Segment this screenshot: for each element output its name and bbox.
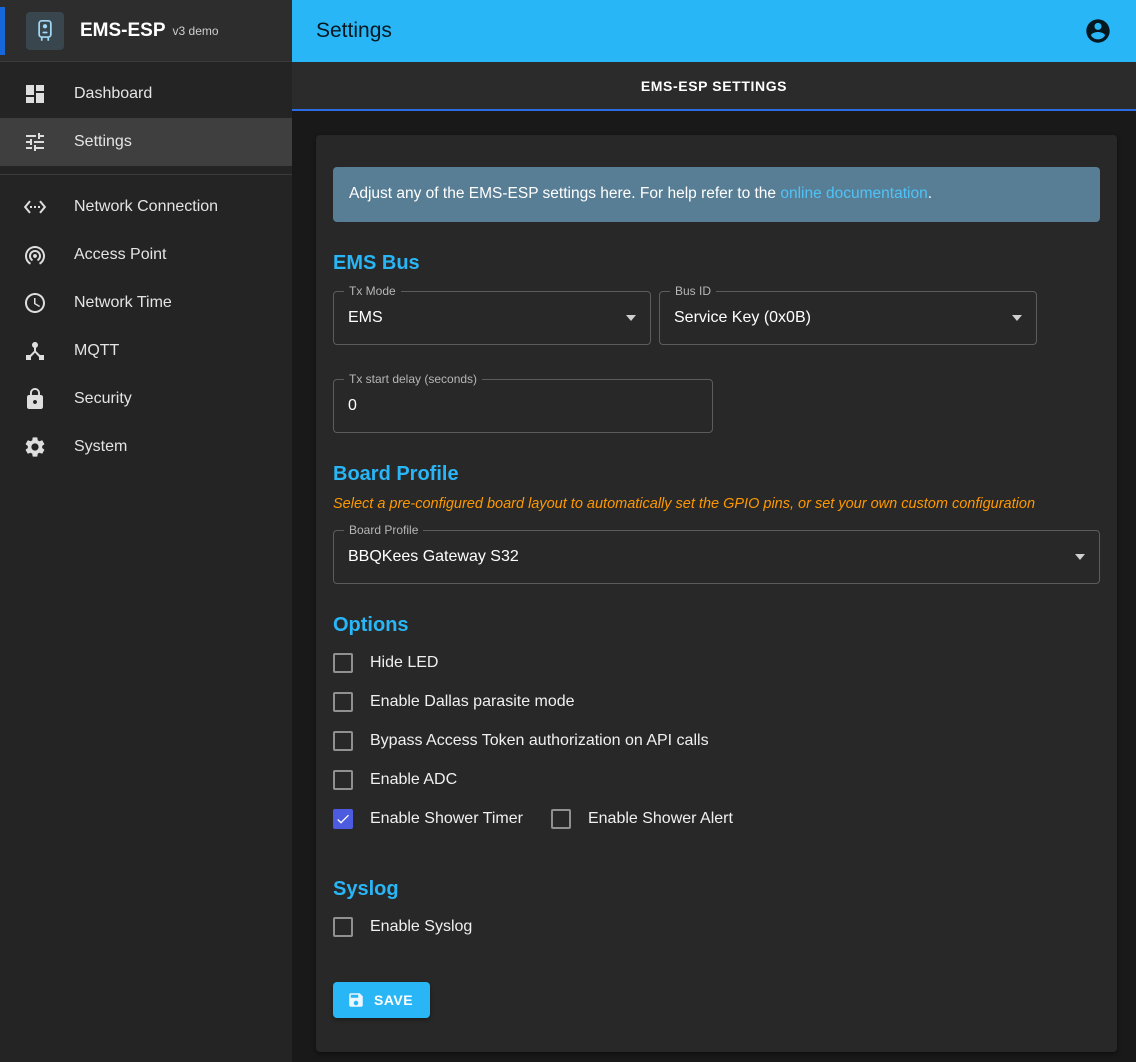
tx-mode-value: EMS (348, 309, 383, 327)
app-root: EMS-ESP v3 demo Dashboard Settings (0, 0, 1136, 1062)
sidebar-item-mqtt[interactable]: MQTT (0, 327, 292, 375)
save-button-label: SAVE (374, 992, 413, 1008)
sidebar-nav: Dashboard Settings Network Connection (0, 62, 292, 471)
section-heading-ems-bus: EMS Bus (333, 252, 1100, 275)
sidebar: EMS-ESP v3 demo Dashboard Settings (0, 0, 292, 1062)
tx-mode-select[interactable]: Tx Mode EMS (333, 291, 651, 345)
gear-icon (23, 435, 47, 459)
checkbox-shower-timer[interactable]: Enable Shower Timer (333, 809, 523, 829)
save-button[interactable]: SAVE (333, 982, 430, 1018)
checkbox-enable-adc[interactable]: Enable ADC (333, 770, 457, 790)
info-alert: Adjust any of the EMS-ESP settings here.… (333, 167, 1100, 222)
content-area: Adjust any of the EMS-ESP settings here.… (292, 111, 1136, 1062)
section-heading-syslog: Syslog (333, 878, 1100, 901)
checkbox-bypass-token[interactable]: Bypass Access Token authorization on API… (333, 731, 709, 751)
app-title: EMS-ESP (80, 20, 166, 42)
tx-mode-label: Tx Mode (344, 284, 401, 298)
clock-icon (23, 291, 47, 315)
board-profile-value: BBQKees Gateway S32 (348, 548, 519, 566)
section-heading-options: Options (333, 614, 1100, 637)
chevron-down-icon (1075, 554, 1085, 560)
sidebar-item-label: Security (74, 390, 132, 408)
tx-start-delay-label: Tx start delay (seconds) (344, 372, 482, 386)
dashboard-icon (23, 82, 47, 106)
tab-bar: EMS-ESP SETTINGS (292, 62, 1136, 111)
sidebar-item-access-point[interactable]: Access Point (0, 231, 292, 279)
settings-card: Adjust any of the EMS-ESP settings here.… (316, 135, 1117, 1052)
sidebar-divider (0, 174, 292, 175)
checkbox-box[interactable] (333, 731, 353, 751)
sidebar-item-label: Network Time (74, 294, 172, 312)
checkbox-enable-syslog[interactable]: Enable Syslog (333, 917, 472, 937)
sidebar-item-network-connection[interactable]: Network Connection (0, 183, 292, 231)
checkbox-box[interactable] (333, 653, 353, 673)
shower-options-row: Enable Shower Timer Enable Shower Alert (333, 809, 1100, 848)
wifi-tethering-icon (23, 243, 47, 267)
sidebar-item-system[interactable]: System (0, 423, 292, 471)
page-title: Settings (316, 19, 392, 43)
board-profile-select[interactable]: Board Profile BBQKees Gateway S32 (333, 530, 1100, 584)
lock-icon (23, 387, 47, 411)
bus-id-value: Service Key (0x0B) (674, 309, 811, 327)
device-hub-icon (23, 339, 47, 363)
sidebar-item-settings[interactable]: Settings (0, 118, 292, 166)
checkbox-box[interactable] (333, 692, 353, 712)
board-profile-label: Board Profile (344, 523, 423, 537)
checkbox-label: Enable Shower Timer (370, 810, 523, 828)
bus-id-label: Bus ID (670, 284, 716, 298)
checkbox-box[interactable] (551, 809, 571, 829)
checkbox-label: Hide LED (370, 654, 438, 672)
checkbox-label: Enable Syslog (370, 918, 472, 936)
bus-id-select[interactable]: Bus ID Service Key (0x0B) (659, 291, 1037, 345)
chevron-down-icon (626, 315, 636, 321)
app-version: v3 demo (173, 24, 219, 38)
chevron-down-icon (1012, 315, 1022, 321)
alert-text-end: . (928, 185, 932, 202)
checkbox-label: Bypass Access Token authorization on API… (370, 732, 709, 750)
sidebar-accent-bar (0, 7, 5, 55)
sidebar-item-security[interactable]: Security (0, 375, 292, 423)
board-profile-hint: Select a pre-configured board layout to … (333, 496, 1100, 512)
checkbox-shower-alert[interactable]: Enable Shower Alert (551, 809, 733, 829)
main-area: Settings EMS-ESP SETTINGS Adjust any of … (292, 0, 1136, 1062)
checkbox-box[interactable] (333, 770, 353, 790)
settings-ethernet-icon (23, 195, 47, 219)
tune-icon (23, 130, 47, 154)
sidebar-item-network-time[interactable]: Network Time (0, 279, 292, 327)
appbar: Settings (292, 0, 1136, 62)
tx-start-delay-value: 0 (348, 397, 357, 415)
tab-ems-esp-settings[interactable]: EMS-ESP SETTINGS (641, 78, 787, 94)
sidebar-header: EMS-ESP v3 demo (0, 0, 292, 62)
checkbox-box[interactable] (333, 917, 353, 937)
online-documentation-link[interactable]: online documentation (780, 185, 927, 202)
sidebar-item-label: Dashboard (74, 85, 152, 103)
app-logo-icon (26, 12, 64, 50)
checkbox-dallas-parasite[interactable]: Enable Dallas parasite mode (333, 692, 575, 712)
sidebar-item-dashboard[interactable]: Dashboard (0, 70, 292, 118)
alert-text: Adjust any of the EMS-ESP settings here.… (349, 185, 780, 202)
sidebar-item-label: Access Point (74, 246, 166, 264)
checkbox-box[interactable] (333, 809, 353, 829)
sidebar-item-label: Settings (74, 133, 132, 151)
sidebar-item-label: System (74, 438, 127, 456)
account-circle-icon[interactable] (1084, 17, 1112, 45)
sidebar-item-label: MQTT (74, 342, 119, 360)
save-icon (347, 991, 365, 1009)
checkbox-label: Enable ADC (370, 771, 457, 789)
checkbox-hide-led[interactable]: Hide LED (333, 653, 438, 673)
checkbox-label: Enable Dallas parasite mode (370, 693, 575, 711)
sidebar-item-label: Network Connection (74, 198, 218, 216)
section-heading-board-profile: Board Profile (333, 463, 1100, 486)
checkbox-label: Enable Shower Alert (588, 810, 733, 828)
tx-start-delay-input[interactable]: Tx start delay (seconds) 0 (333, 379, 713, 433)
